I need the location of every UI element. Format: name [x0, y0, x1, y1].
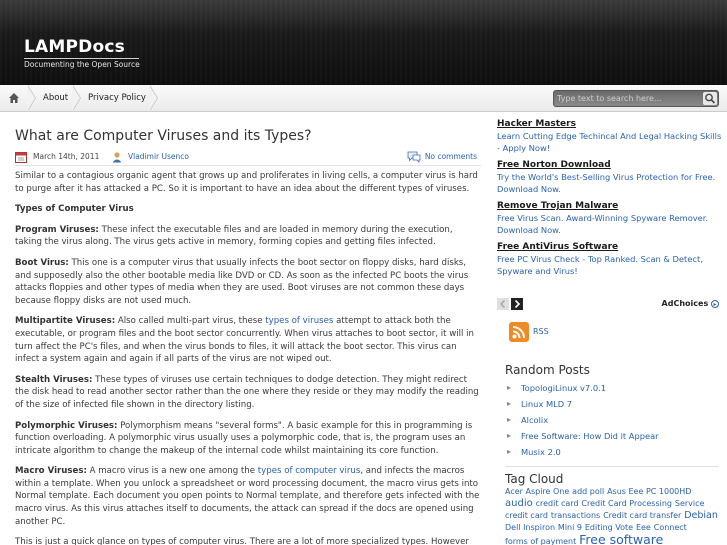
list-item[interactable]: Musix 2.0 — [507, 446, 659, 462]
tag-link[interactable]: Credit Card Processing — [581, 499, 672, 508]
stealth-label: Stealth Viruses: — [15, 374, 93, 385]
list-item[interactable]: Alcolix — [507, 414, 659, 430]
types-of-computer-virus-link[interactable]: types of computer virus — [258, 466, 361, 476]
tag-link[interactable]: forms of payment — [505, 537, 576, 545]
tag-link[interactable]: Acer Aspire One — [505, 487, 569, 496]
tag-link[interactable]: add poll — [572, 487, 604, 496]
home-icon[interactable] — [8, 92, 20, 104]
tag-link[interactable]: Mini 9 — [558, 523, 582, 532]
post-meta: March 14th, 2011 Vladimir Usenco No comm… — [15, 150, 481, 166]
ad-title[interactable]: Remove Trojan Malware — [497, 200, 723, 212]
types-of-viruses-link[interactable]: types of viruses — [265, 316, 333, 326]
program-label: Program Viruses: — [15, 224, 99, 235]
tag-link[interactable]: Editing Vote — [585, 523, 633, 532]
chevron-right-icon[interactable] — [511, 298, 523, 310]
ad-navigation: AdChoices ▸ — [497, 298, 725, 312]
ad-item[interactable]: Remove Trojan Malware Free Virus Scan. A… — [497, 200, 723, 236]
ad-title[interactable]: Free AntiVirus Software — [497, 241, 723, 253]
tag-link[interactable]: Debian — [684, 510, 718, 521]
boot-text: This one is a computer virus that usuall… — [15, 257, 469, 306]
comments-link[interactable]: No comments — [425, 152, 477, 161]
tag-link[interactable]: transactions — [551, 511, 600, 520]
post-date: March 14th, 2011 — [33, 152, 100, 161]
user-icon — [112, 152, 122, 163]
nav-separator — [149, 85, 160, 111]
tag-link[interactable]: Eee — [636, 523, 651, 532]
tag-link[interactable]: Connect — [654, 523, 687, 532]
post-subheading: Types of Computer Virus — [15, 203, 481, 216]
ad-item[interactable]: Free Norton Download Try the World's Bes… — [497, 159, 723, 195]
ad-item[interactable]: Hacker Masters Learn Cutting Edge Techin… — [497, 118, 723, 154]
post-paragraph: Program Viruses: These infect the execut… — [15, 224, 481, 249]
tag-link[interactable]: Dell Inspiron — [505, 523, 555, 532]
adchoices-icon: ▸ — [711, 299, 719, 308]
tag-link[interactable]: Service — [675, 499, 705, 508]
multipartite-text: Also called multi-part virus, these — [115, 316, 266, 327]
ad-text[interactable]: Free Virus Scan. Award-Winning Spyware R… — [497, 212, 723, 236]
main-content: What are Computer Viruses and its Types?… — [15, 112, 485, 545]
comment-bubble-icon — [407, 151, 421, 163]
polymorphic-label: Polymorphic Viruses: — [15, 420, 118, 431]
ad-item[interactable]: Free AntiVirus Software Free PC Virus Ch… — [497, 241, 723, 277]
ad-title[interactable]: Free Norton Download — [497, 159, 723, 171]
boot-label: Boot Virus: — [15, 257, 69, 268]
calendar-icon — [15, 152, 27, 163]
chevron-left-icon[interactable] — [497, 298, 509, 310]
ad-text[interactable]: Learn Cutting Edge Techincal And Legal H… — [497, 130, 723, 154]
rss-link[interactable]: RSS — [533, 327, 549, 336]
site-description: Documenting the Open Source — [24, 60, 140, 69]
tag-link[interactable]: Credit card transfer — [603, 511, 681, 520]
random-posts-list: TopologiLinux v7.0.1 Linux MLD 7 Alcolix… — [507, 382, 659, 462]
tag-link[interactable]: credit card — [536, 499, 579, 508]
macro-text: A macro virus is a new one among the — [86, 466, 258, 477]
site-header: LAMPDocs Documenting the Open Source — [0, 0, 727, 85]
post-paragraph: Similar to a contagious organic agent th… — [15, 171, 478, 194]
adchoices-text: AdChoices — [661, 299, 709, 308]
divider — [505, 466, 719, 467]
post-paragraph: Polymorphic Viruses: Polymorphism means … — [15, 420, 481, 458]
search-input[interactable] — [557, 92, 700, 105]
post-author[interactable]: Vladimir Usenco — [128, 152, 189, 161]
nav-item-about[interactable]: About — [33, 85, 68, 111]
tag-cloud: Acer Aspire One add poll Asus Eee PC 100… — [505, 486, 720, 545]
ad-block: Hacker Masters Learn Cutting Edge Techin… — [497, 118, 723, 282]
ad-title[interactable]: Hacker Masters — [497, 118, 723, 130]
rss-icon[interactable] — [509, 322, 529, 342]
tag-link[interactable]: Asus Eee PC 1000HD — [607, 487, 691, 496]
search-icon[interactable] — [703, 92, 717, 105]
ad-text[interactable]: Try the World's Best-Selling Virus Prote… — [497, 171, 723, 195]
list-item[interactable]: Free Software: How Did it Appear — [507, 430, 659, 446]
tag-cloud-title: Tag Cloud — [505, 472, 564, 486]
adchoices-label[interactable]: AdChoices ▸ — [662, 299, 719, 308]
post-body: Similar to a contagious organic agent th… — [15, 170, 481, 545]
post-paragraph: This is just a quick glance on types of … — [15, 537, 469, 545]
tag-link[interactable]: credit card — [505, 511, 548, 520]
post-paragraph: Stealth Viruses: These types of viruses … — [15, 374, 481, 412]
search-box — [553, 90, 719, 107]
ad-text[interactable]: Free PC Virus Check - Top Ranked. Scan &… — [497, 253, 723, 277]
multipartite-label: Multipartite Viruses: — [15, 316, 116, 327]
post-paragraph: Boot Virus: This one is a computer virus… — [15, 257, 481, 307]
list-item[interactable]: TopologiLinux v7.0.1 — [507, 382, 659, 398]
types-heading: Types of Computer Virus — [15, 204, 134, 215]
tag-link[interactable]: Free software — [579, 532, 663, 545]
tag-link[interactable]: audio — [505, 498, 533, 509]
random-posts-title: Random Posts — [505, 363, 590, 377]
post-paragraph: Multipartite Viruses: Also called multi-… — [15, 315, 481, 365]
site-title[interactable]: LAMPDocs — [24, 37, 125, 57]
title-underline — [24, 58, 139, 59]
macro-label: Macro Viruses: — [15, 466, 87, 477]
list-item[interactable]: Linux MLD 7 — [507, 398, 659, 414]
post-title[interactable]: What are Computer Viruses and its Types? — [15, 128, 312, 144]
nav-item-privacy-policy[interactable]: Privacy Policy — [78, 85, 146, 111]
post-paragraph: Macro Viruses: A macro virus is a new on… — [15, 465, 481, 528]
sidebar: Hacker Masters Learn Cutting Edge Techin… — [495, 112, 727, 545]
